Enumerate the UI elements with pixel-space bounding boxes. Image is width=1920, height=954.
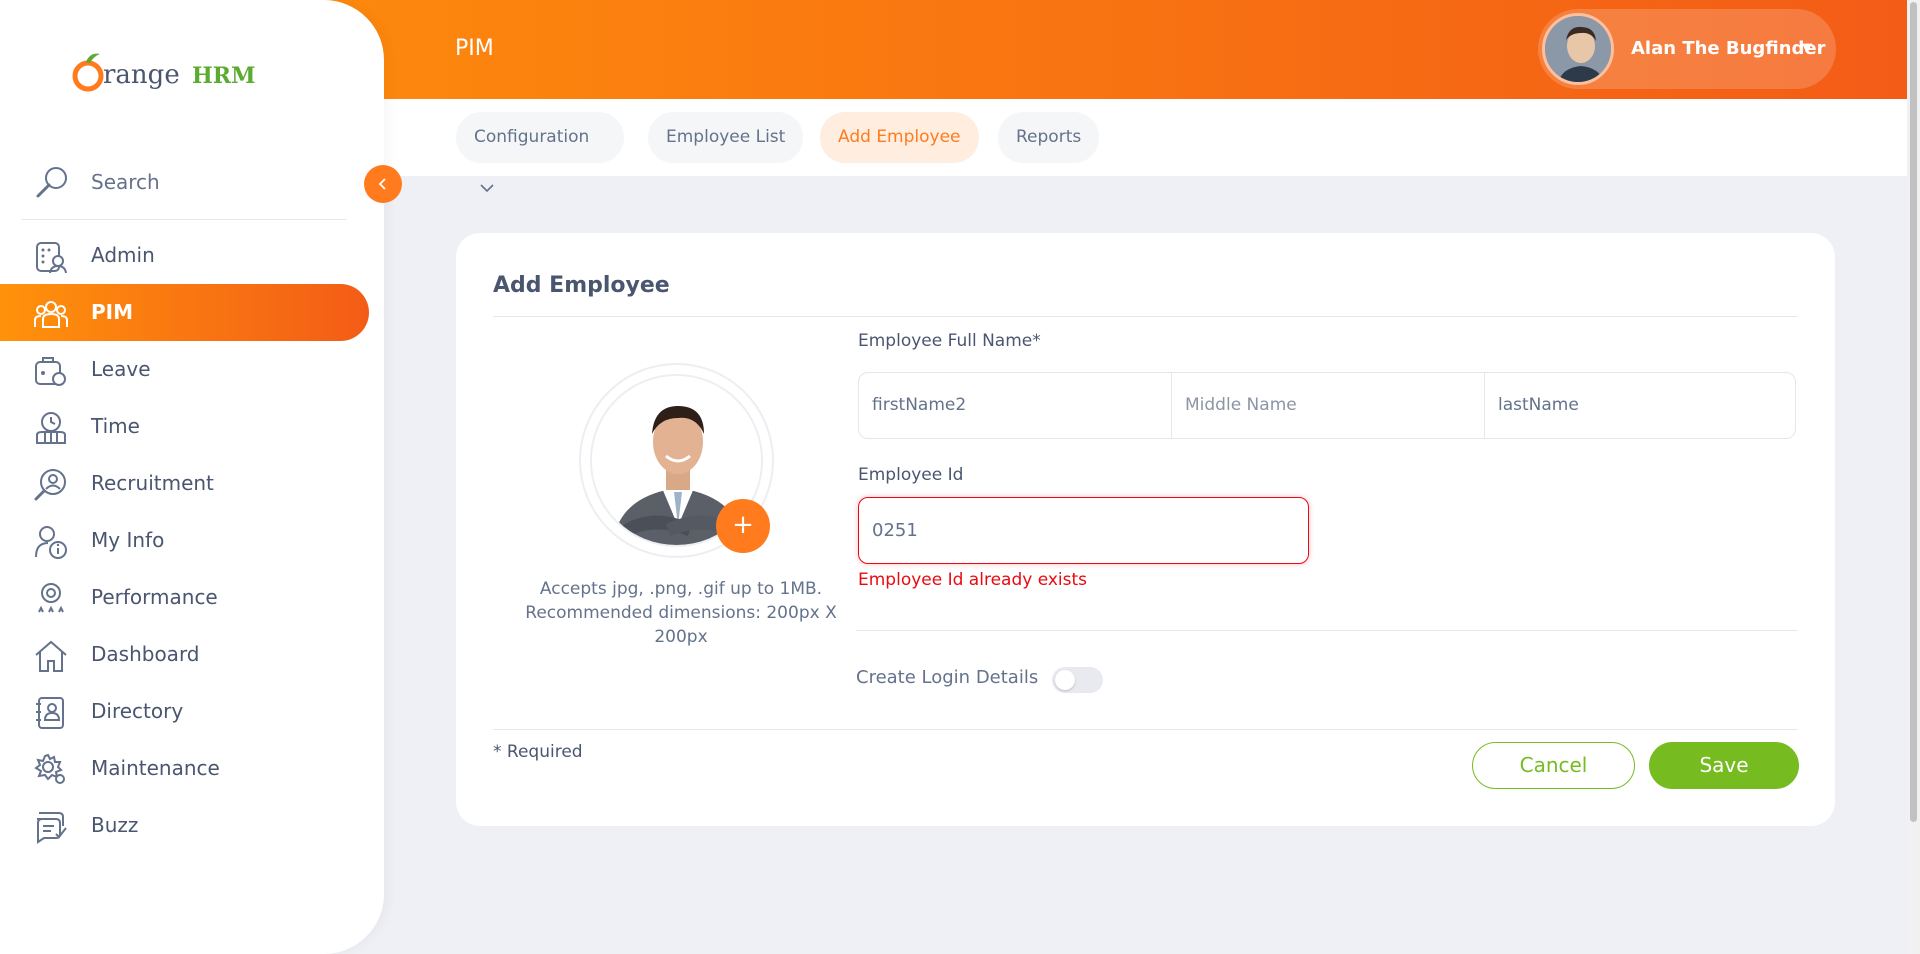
page-scrollbar[interactable]: [1907, 0, 1920, 954]
dashboard-icon: [35, 640, 67, 672]
chevron-down-icon: [480, 184, 494, 193]
required-note: * Required: [493, 742, 583, 762]
full-name-group: firstName2 Middle Name lastName: [858, 372, 1796, 439]
sidebar-item-buzz[interactable]: Buzz: [0, 797, 369, 854]
sidebar-item-recruitment[interactable]: Recruitment: [0, 455, 369, 512]
divider: [493, 316, 1798, 317]
search-icon: [36, 167, 67, 198]
add-photo-button[interactable]: +: [716, 499, 770, 553]
sidebar-search[interactable]: Search: [22, 158, 346, 220]
sidebar-item-admin[interactable]: Admin: [0, 227, 369, 284]
page-title: PIM: [455, 36, 494, 61]
sidebar-item-my-info[interactable]: My Info: [0, 512, 369, 569]
scrollbar-thumb[interactable]: [1910, 2, 1917, 822]
create-login-label: Create Login Details: [856, 667, 1039, 688]
cancel-button[interactable]: Cancel: [1472, 742, 1635, 789]
maintenance-icon: [34, 753, 65, 784]
sidebar-item-label: Buzz: [91, 813, 139, 837]
divider: [493, 729, 1798, 730]
logo-text: range: [103, 60, 180, 90]
sidebar-item-label: Time: [91, 414, 140, 438]
sidebar-item-label: PIM: [91, 300, 134, 324]
sidebar-item-maintenance[interactable]: Maintenance: [0, 740, 369, 797]
sidebar-item-label: Maintenance: [91, 756, 220, 780]
caret-down-icon: ▼: [1802, 41, 1812, 56]
tab-configuration[interactable]: Configuration: [456, 112, 624, 193]
recruitment-icon: [34, 469, 66, 501]
sidebar-item-leave[interactable]: Leave: [0, 341, 369, 398]
orangehrm-logo: range HRM: [72, 46, 255, 100]
create-login-toggle[interactable]: [1052, 667, 1103, 693]
avatar: [1542, 13, 1614, 85]
sidebar-item-label: Dashboard: [91, 642, 200, 666]
tab-label: Add Employee: [838, 127, 961, 147]
user-menu[interactable]: Alan The Bugfinder ▼: [1538, 9, 1836, 89]
photo-hint: Accepts jpg, .png, .gif up to 1MB. Recom…: [525, 579, 837, 647]
sidebar-item-label: Recruitment: [91, 471, 214, 495]
sub-navigation: Configuration Employee List Add Employee…: [384, 99, 1907, 193]
tab-label: Configuration: [474, 127, 590, 147]
form-title: Add Employee: [493, 273, 670, 298]
sidebar-item-pim[interactable]: PIM: [0, 284, 369, 341]
performance-icon: [38, 583, 64, 613]
last-name-input[interactable]: lastName: [1485, 373, 1795, 438]
chevron-left-icon: [378, 178, 386, 190]
logo-hrm-text: HRM: [192, 63, 255, 89]
divider: [856, 630, 1798, 631]
employee-id-error: Employee Id already exists: [858, 570, 1088, 590]
add-employee-card: Add Employee + Accepts jpg, .png, .gif u…: [456, 233, 1835, 826]
sidebar-menu: Admin PIM Leave Time Recruitment My Info…: [0, 227, 370, 854]
sidebar-item-directory[interactable]: Directory: [0, 683, 369, 740]
tab-add-employee[interactable]: Add Employee: [820, 112, 979, 163]
tab-label: Reports: [1016, 127, 1082, 147]
employee-id-input[interactable]: 0251: [858, 497, 1309, 564]
sidebar-item-label: My Info: [91, 528, 165, 552]
sidebar-item-performance[interactable]: Performance: [0, 569, 369, 626]
directory-icon: [36, 697, 64, 729]
sidebar-item-label: Directory: [91, 699, 184, 723]
time-icon: [36, 412, 66, 444]
pim-icon: [34, 301, 68, 328]
leave-icon: [35, 357, 66, 386]
my-info-icon: [35, 526, 67, 559]
sidebar: range HRM Search Admin PIM Leave Time Re…: [0, 0, 384, 954]
middle-name-input[interactable]: Middle Name: [1172, 373, 1484, 438]
employee-id-label: Employee Id: [858, 465, 964, 485]
save-button[interactable]: Save: [1649, 742, 1799, 789]
sidebar-item-label: Admin: [91, 243, 155, 267]
tab-label: Employee List: [666, 127, 786, 147]
toggle-knob: [1055, 670, 1075, 690]
search-label: Search: [91, 170, 160, 194]
sidebar-item-time[interactable]: Time: [0, 398, 369, 455]
first-name-input[interactable]: firstName2: [859, 373, 1171, 438]
tab-reports[interactable]: Reports: [998, 112, 1100, 163]
sidebar-item-label: Performance: [91, 585, 218, 609]
sidebar-item-dashboard[interactable]: Dashboard: [0, 626, 369, 683]
full-name-label: Employee Full Name*: [858, 331, 1041, 351]
buzz-icon: [37, 812, 67, 844]
admin-icon: [36, 242, 67, 274]
tab-employee-list[interactable]: Employee List: [648, 112, 804, 163]
sidebar-item-label: Leave: [91, 357, 151, 381]
user-name: Alan The Bugfinder: [1631, 38, 1826, 59]
sidebar-collapse-button[interactable]: [364, 165, 402, 203]
